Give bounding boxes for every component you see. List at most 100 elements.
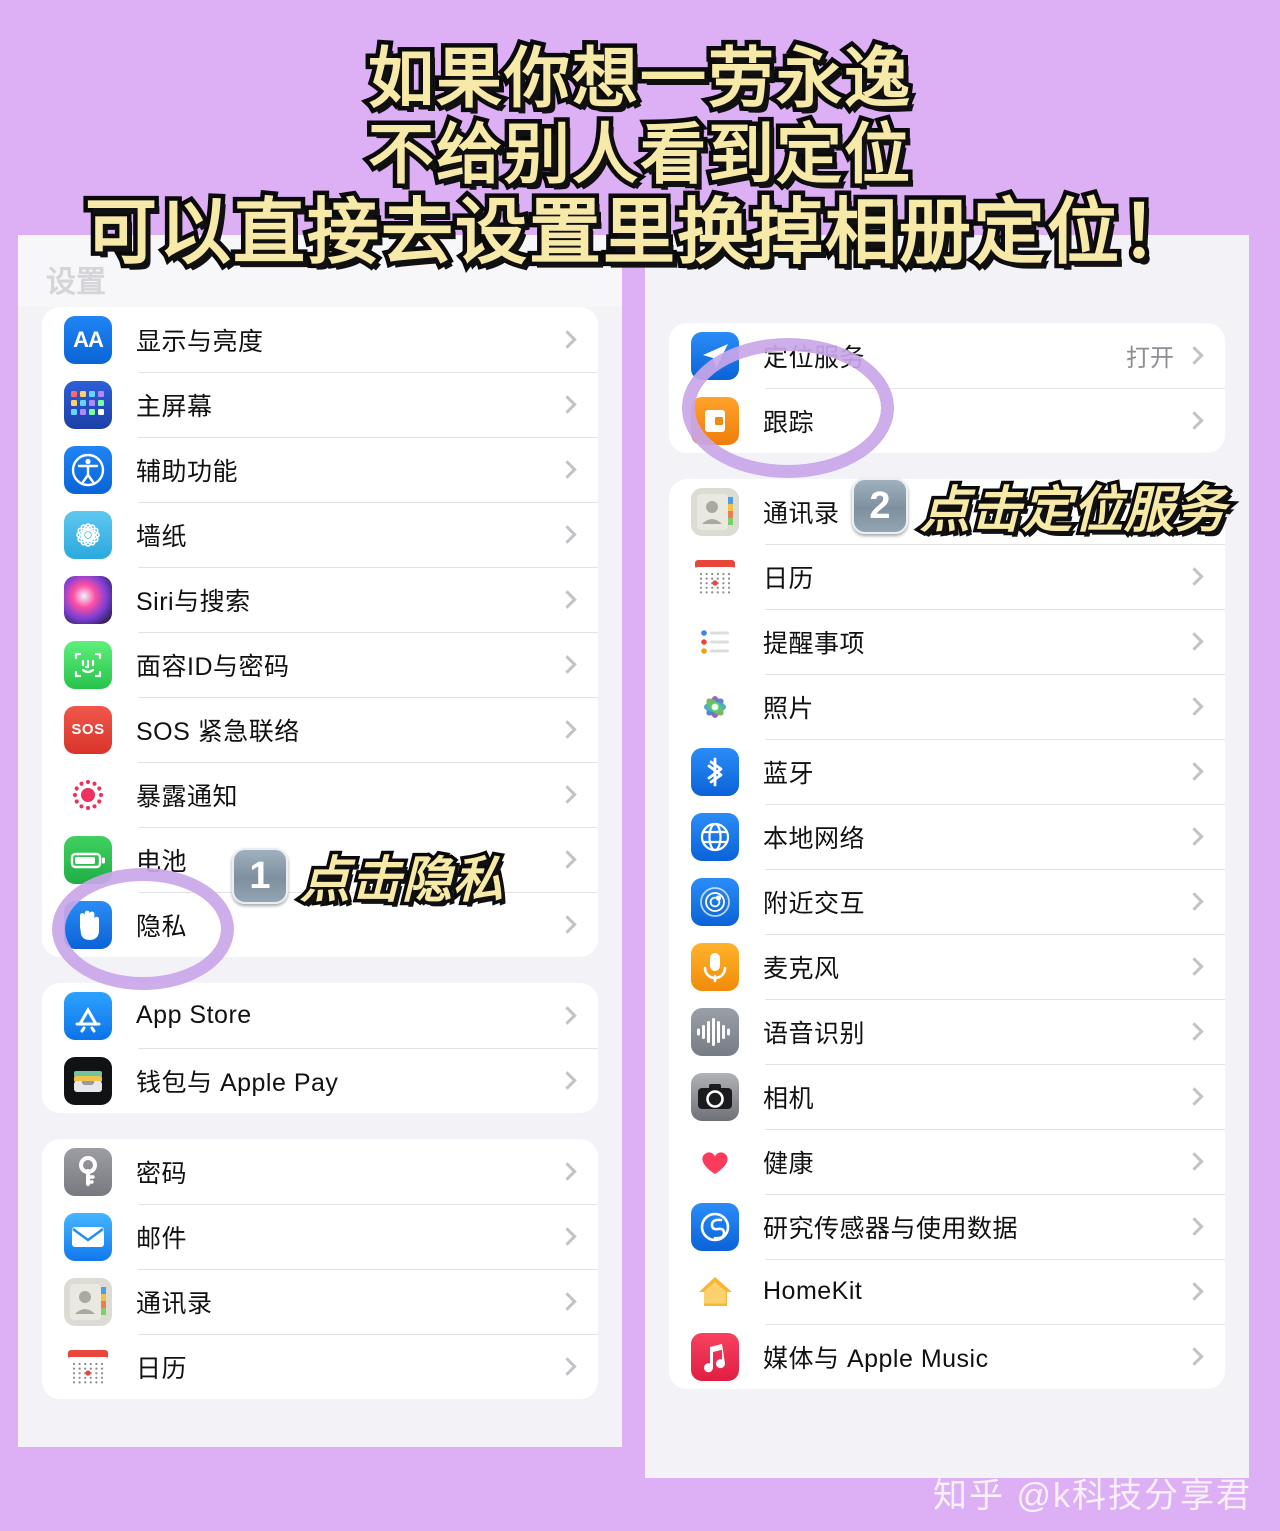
settings-row-label: 通讯录 — [763, 499, 840, 528]
settings-panel-right: 定位服务 打开跟踪通讯录日历提醒事项照片蓝牙本地网络附近交互麦克风语音识别 相机 健康… — [645, 235, 1249, 1478]
settings-group: AA 显示与亮度主屏幕辅助功能墙纸 Siri与搜索面容ID与密码 SOS SOS 紧急联… — [42, 307, 598, 957]
settings-row[interactable]: 健康 — [669, 1129, 1225, 1194]
settings-row[interactable]: 相机 — [669, 1064, 1225, 1129]
contacts-icon — [64, 1277, 112, 1326]
settings-row[interactable]: 日历 — [669, 544, 1225, 609]
settings-row[interactable]: 通讯录 — [669, 479, 1225, 544]
settings-group: App Store 钱包与 Apple Pay — [42, 983, 598, 1113]
battery-icon — [64, 835, 112, 884]
settings-row-label: SOS 紧急联络 — [136, 717, 300, 746]
settings-row[interactable]: 辅助功能 — [42, 437, 598, 502]
settings-row[interactable]: AA 显示与亮度 — [42, 307, 598, 372]
settings-row[interactable]: 本地网络 — [669, 804, 1225, 869]
settings-row[interactable]: 隐私 — [42, 892, 598, 957]
title-line-2: 不给别人看到定位 — [364, 113, 915, 196]
settings-row[interactable]: 通讯录 — [42, 1269, 598, 1334]
settings-row[interactable]: 麦克风 — [669, 934, 1225, 999]
chevron-right-icon — [558, 1227, 577, 1246]
calendar-icon — [691, 552, 739, 601]
chevron-right-icon — [558, 1162, 577, 1181]
settings-row-label: 本地网络 — [763, 824, 866, 853]
face-id-icon — [64, 640, 112, 689]
panel-left-header: 设置 — [18, 235, 622, 307]
tracking-icon — [691, 396, 739, 445]
settings-row[interactable]: 邮件 — [42, 1204, 598, 1269]
chevron-right-icon — [558, 395, 577, 414]
chevron-right-icon — [558, 525, 577, 544]
contacts-icon — [691, 487, 739, 536]
settings-row[interactable]: 墙纸 — [42, 502, 598, 567]
reminders-icon — [691, 617, 739, 666]
chevron-right-icon — [1185, 1282, 1204, 1301]
settings-row[interactable]: 面容ID与密码 — [42, 632, 598, 697]
settings-row[interactable]: 语音识别 — [669, 999, 1225, 1064]
settings-row-label: 日历 — [763, 564, 815, 593]
chevron-right-icon — [1185, 1217, 1204, 1236]
settings-row[interactable]: App Store — [42, 983, 598, 1048]
settings-row-label: 主屏幕 — [136, 392, 213, 421]
settings-row-label: 辅助功能 — [136, 457, 239, 486]
chevron-right-icon — [1185, 1347, 1204, 1366]
settings-row[interactable]: 定位服务 打开 — [669, 323, 1225, 388]
settings-row[interactable]: 跟踪 — [669, 388, 1225, 453]
privacy-hand-icon — [64, 900, 112, 949]
apple-music-icon — [691, 1332, 739, 1381]
display-brightness-icon: AA — [64, 315, 112, 364]
chevron-right-icon — [1185, 892, 1204, 911]
passwords-key-icon — [64, 1147, 112, 1196]
app-store-icon — [64, 991, 112, 1040]
sos-icon: SOS — [64, 705, 112, 754]
settings-row-label: Siri与搜索 — [136, 587, 251, 616]
chevron-right-icon — [1185, 957, 1204, 976]
speech-recognition-icon — [691, 1007, 739, 1056]
settings-row[interactable]: 附近交互 — [669, 869, 1225, 934]
settings-row-label: 蓝牙 — [763, 759, 815, 788]
settings-row-label: 暴露通知 — [136, 782, 239, 811]
chevron-right-icon — [558, 1006, 577, 1025]
settings-row-label: 提醒事项 — [763, 629, 866, 658]
settings-row[interactable]: 媒体与 Apple Music — [669, 1324, 1225, 1389]
watermark: 知乎 @k科技分享君 — [933, 1477, 1252, 1515]
settings-row[interactable]: 研究传感器与使用数据 — [669, 1194, 1225, 1259]
settings-row-label: 日历 — [136, 1354, 188, 1383]
settings-row-label: 跟踪 — [763, 408, 815, 437]
settings-row[interactable]: 钱包与 Apple Pay — [42, 1048, 598, 1113]
settings-group: 通讯录日历提醒事项照片蓝牙本地网络附近交互麦克风语音识别 相机 健康 研究传感器与使用… — [669, 479, 1225, 1389]
chevron-right-icon — [558, 1292, 577, 1311]
settings-row[interactable]: SOS SOS 紧急联络 — [42, 697, 598, 762]
settings-row-label: 麦克风 — [763, 954, 840, 983]
chevron-right-icon — [1185, 1087, 1204, 1106]
settings-row-label: 密码 — [136, 1159, 188, 1188]
settings-row-label: 附近交互 — [763, 889, 866, 918]
chevron-right-icon — [1185, 346, 1204, 365]
chevron-right-icon — [558, 850, 577, 869]
settings-row[interactable]: 暴露通知 — [42, 762, 598, 827]
settings-row[interactable]: 主屏幕 — [42, 372, 598, 437]
location-services-icon — [691, 331, 739, 380]
health-heart-icon — [691, 1137, 739, 1186]
research-sensor-icon — [691, 1202, 739, 1251]
chevron-right-icon — [1185, 827, 1204, 846]
settings-row[interactable]: 照片 — [669, 674, 1225, 739]
chevron-right-icon — [1185, 502, 1204, 521]
settings-row-label: 面容ID与密码 — [136, 652, 290, 681]
settings-row[interactable]: 密码 — [42, 1139, 598, 1204]
settings-list-left: AA 显示与亮度主屏幕辅助功能墙纸 Siri与搜索面容ID与密码 SOS SOS 紧急联… — [18, 307, 622, 1399]
settings-row-label: 定位服务 — [763, 343, 866, 372]
settings-row[interactable]: 提醒事项 — [669, 609, 1225, 674]
page-title: 设置 — [46, 266, 106, 299]
settings-row[interactable]: 蓝牙 — [669, 739, 1225, 804]
calendar-icon — [64, 1342, 112, 1391]
settings-row[interactable]: 电池 — [42, 827, 598, 892]
camera-icon — [691, 1072, 739, 1121]
settings-list-right: 定位服务 打开跟踪通讯录日历提醒事项照片蓝牙本地网络附近交互麦克风语音识别 相机 健康… — [645, 323, 1249, 1389]
settings-row[interactable]: Siri与搜索 — [42, 567, 598, 632]
settings-row[interactable]: HomeKit — [669, 1259, 1225, 1324]
chevron-right-icon — [558, 1071, 577, 1090]
chevron-right-icon — [558, 330, 577, 349]
home-screen-icon — [64, 380, 112, 429]
settings-row[interactable]: 日历 — [42, 1334, 598, 1399]
settings-row-label: 隐私 — [136, 912, 188, 941]
chevron-right-icon — [558, 655, 577, 674]
photos-icon — [691, 682, 739, 731]
